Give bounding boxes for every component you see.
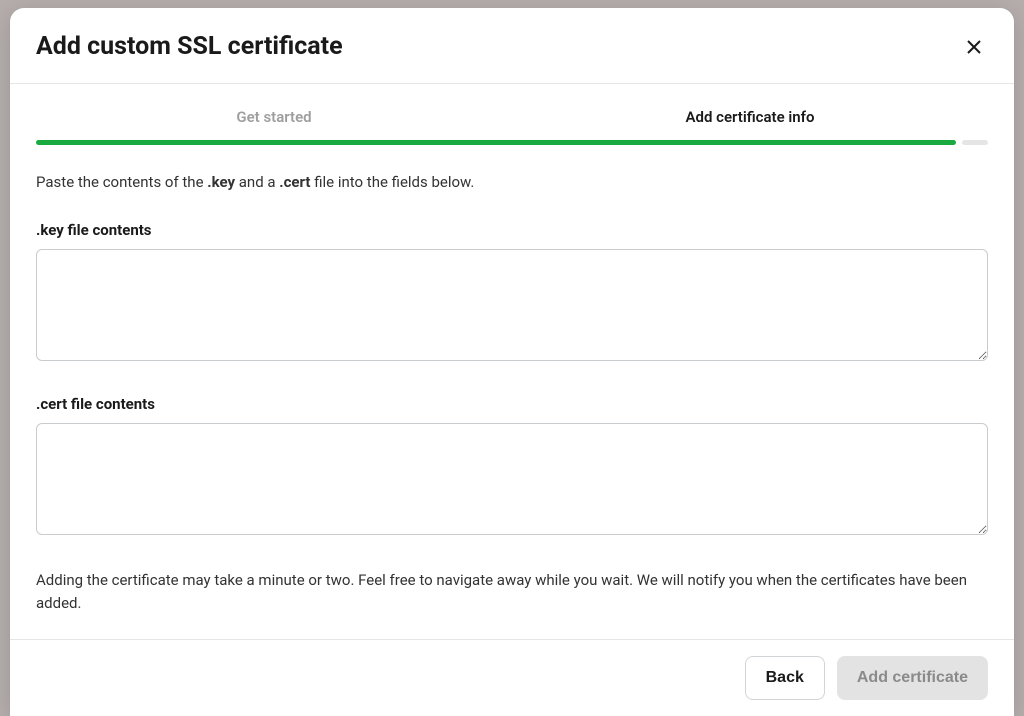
dialog-title: Add custom SSL certificate [36,32,343,61]
instructions-text: Paste the contents of the .key and a .ce… [36,173,988,191]
dialog-header: Add custom SSL certificate [10,8,1014,84]
cert-field-group: .cert file contents [36,395,988,539]
instr-prefix: Paste the contents of the [36,173,207,191]
step-add-info[interactable]: Add certificate info [512,108,988,140]
add-certificate-button[interactable]: Add certificate [837,656,988,700]
back-button[interactable]: Back [745,656,825,700]
close-button[interactable] [960,33,988,61]
footer-note: Adding the certificate may take a minute… [36,569,988,614]
instr-key: .key [207,173,235,191]
dialog-body: Paste the contents of the .key and a .ce… [10,145,1014,639]
instr-cert: .cert [279,173,310,191]
dialog-footer: Back Add certificate [10,639,1014,716]
instr-mid: and a [235,173,279,191]
add-ssl-dialog: Add custom SSL certificate Get started A… [10,8,1014,716]
step-get-started[interactable]: Get started [36,108,512,140]
cert-textarea[interactable] [36,423,988,535]
key-textarea[interactable] [36,249,988,361]
step-tabs: Get started Add certificate info [10,84,1014,140]
close-icon [966,39,982,55]
key-field-group: .key file contents [36,221,988,365]
cert-field-label: .cert file contents [36,395,988,413]
instr-suffix: file into the fields below. [310,173,474,191]
key-field-label: .key file contents [36,221,988,239]
